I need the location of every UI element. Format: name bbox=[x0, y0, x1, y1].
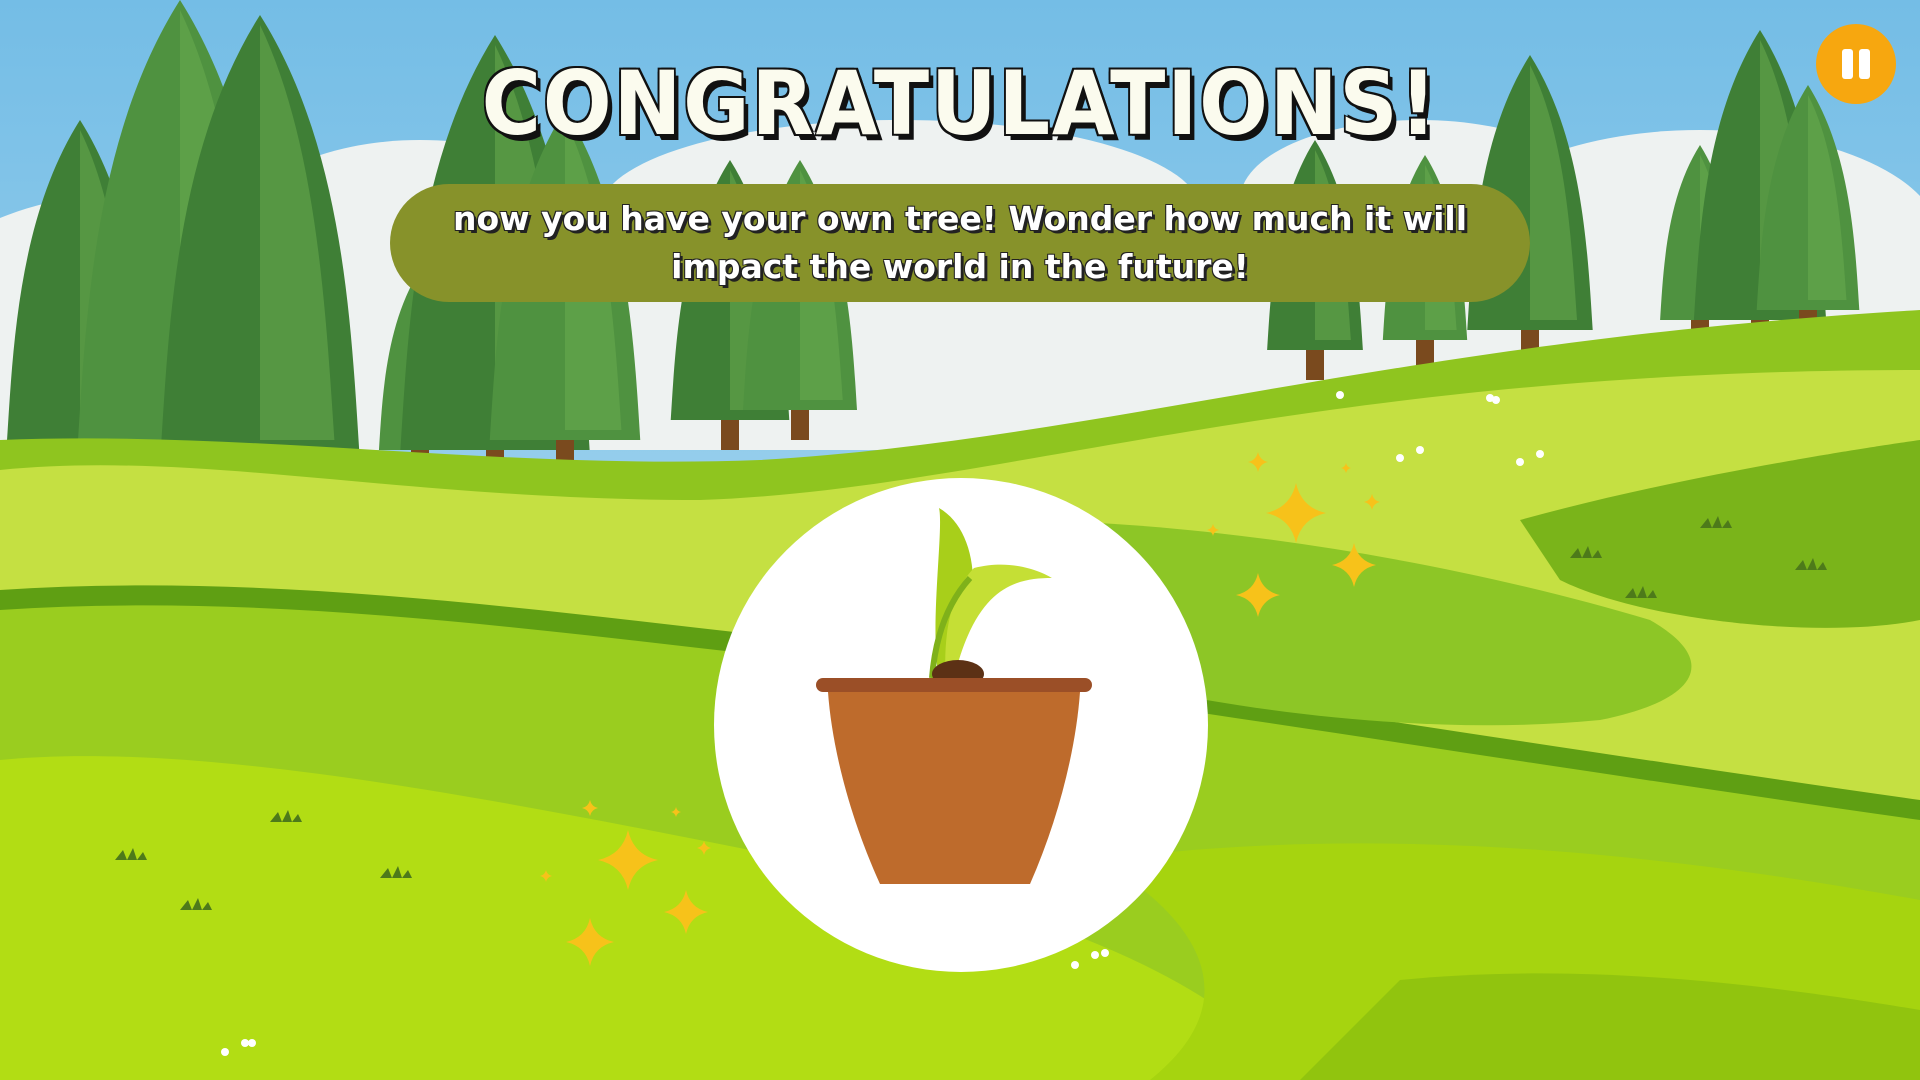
pause-icon-bar bbox=[1859, 49, 1870, 79]
message-text: now you have your own tree! Wonder how m… bbox=[452, 199, 1468, 286]
sprout-icon bbox=[929, 508, 1052, 688]
plant-display-circle bbox=[714, 478, 1208, 972]
congratulations-title: CONGRATULATIONS! bbox=[481, 52, 1439, 155]
potted-sprout bbox=[816, 508, 1092, 884]
pause-button[interactable] bbox=[1816, 24, 1896, 104]
message-banner: now you have your own tree! Wonder how m… bbox=[390, 184, 1530, 302]
flower-pot-icon bbox=[816, 678, 1092, 884]
pause-icon bbox=[1842, 49, 1853, 79]
